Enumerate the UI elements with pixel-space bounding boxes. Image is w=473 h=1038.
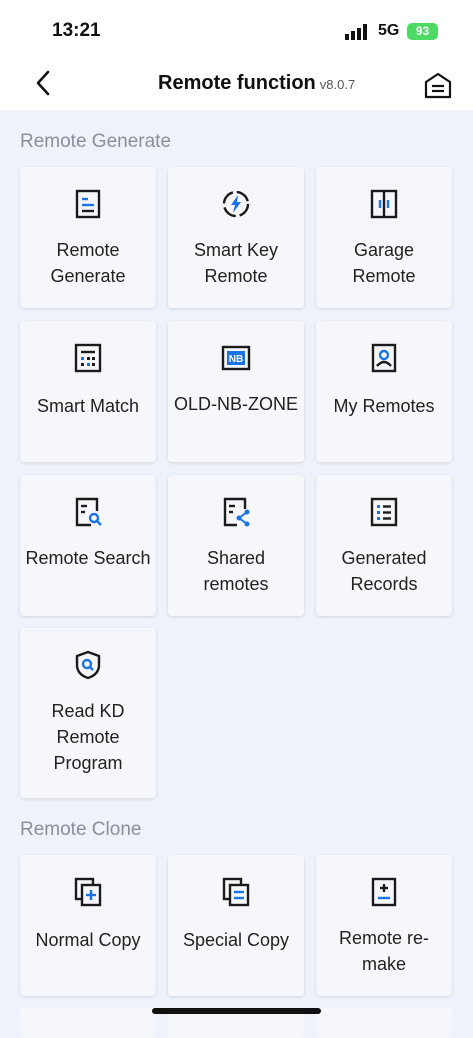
card-label: Smart Match [36, 396, 140, 416]
garage-door-icon [370, 189, 398, 219]
card-label: Generated Records [341, 548, 427, 594]
card-label: Smart Key Remote [193, 240, 279, 286]
my-remotes-card[interactable]: My Remotes [316, 321, 452, 462]
card-label: Read KD Remote Program [51, 701, 125, 773]
signal-icon [345, 24, 367, 40]
card-label: Remote Search [25, 548, 151, 568]
remake-icon [371, 877, 397, 907]
copy-list-icon [222, 877, 250, 907]
remote-generate-card[interactable]: Remote Generate [20, 167, 156, 308]
document-list-icon [75, 189, 101, 219]
home-indicator[interactable] [152, 1008, 321, 1014]
home-icon[interactable] [423, 70, 453, 100]
records-list-icon [370, 497, 398, 527]
smart-key-remote-card[interactable]: Smart Key Remote [168, 167, 304, 308]
section-title-remote-clone: Remote Clone [20, 819, 142, 840]
partial-card[interactable] [20, 1008, 156, 1038]
svg-text:NB: NB [229, 354, 243, 365]
version-label: v8.0.7 [319, 77, 356, 92]
card-label: Special Copy [182, 930, 290, 950]
card-label: Remote re-make [338, 928, 430, 974]
shield-search-icon [75, 650, 101, 680]
page-title: Remote function v8.0.7 [158, 72, 355, 95]
nb-badge-icon: NB [221, 345, 251, 371]
back-arrow-icon[interactable] [30, 66, 56, 100]
battery-icon: 93 [407, 23, 438, 40]
card-label: Shared remotes [203, 548, 269, 594]
old-nb-zone-card[interactable]: NB OLD-NB-ZONE [168, 321, 304, 462]
document-share-icon [223, 497, 250, 527]
top-bar: 13:21 5G 93 Remote function v8.0.7 [0, 0, 473, 110]
network-label: 5G [378, 22, 400, 39]
profile-card-icon [371, 343, 397, 373]
card-label: My Remotes [333, 396, 435, 416]
status-time: 13:21 [52, 20, 101, 41]
partial-card[interactable] [316, 1008, 452, 1038]
smart-match-card[interactable]: Smart Match [20, 321, 156, 462]
shared-remotes-card[interactable]: Shared remotes [168, 475, 304, 616]
title-text: Remote function [158, 72, 316, 94]
card-label: Normal Copy [35, 930, 141, 950]
garage-remote-card[interactable]: Garage Remote [316, 167, 452, 308]
card-label: Garage Remote [352, 240, 416, 286]
section-title-remote-generate: Remote Generate [20, 131, 172, 152]
special-copy-card[interactable]: Special Copy [168, 855, 304, 996]
document-search-icon [75, 497, 102, 527]
calculator-icon [74, 343, 102, 373]
card-label: OLD-NB-ZONE [173, 394, 298, 414]
remote-search-card[interactable]: Remote Search [20, 475, 156, 616]
normal-copy-card[interactable]: Normal Copy [20, 855, 156, 996]
generated-records-card[interactable]: Generated Records [316, 475, 452, 616]
read-kd-remote-program-card[interactable]: Read KD Remote Program [20, 628, 156, 798]
smart-key-icon [222, 190, 250, 218]
card-label: Remote Generate [50, 240, 126, 286]
copy-plus-icon [74, 877, 102, 907]
remote-remake-card[interactable]: Remote re-make [316, 855, 452, 996]
